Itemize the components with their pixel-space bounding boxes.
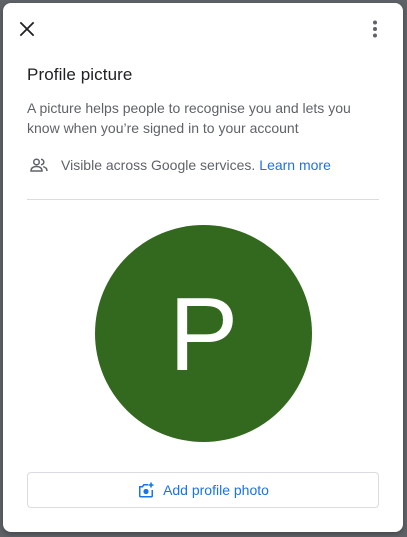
add-profile-photo-button[interactable]: Add profile photo <box>27 472 379 508</box>
visibility-text: Visible across Google services. <box>61 157 256 173</box>
close-button[interactable] <box>9 13 45 49</box>
avatar[interactable]: P <box>95 225 312 442</box>
learn-more-link[interactable]: Learn more <box>259 157 331 173</box>
profile-picture-dialog: Profile picture A picture helps people t… <box>3 3 403 532</box>
add-a-photo-icon <box>137 481 155 499</box>
divider <box>27 199 379 200</box>
close-icon <box>19 21 35 42</box>
more-vert-icon <box>372 20 378 43</box>
avatar-letter: P <box>168 276 239 393</box>
add-profile-photo-label: Add profile photo <box>163 482 269 498</box>
dialog-description: A picture helps people to recognise you … <box>27 100 351 136</box>
visibility-info: Visible across Google services. Learn mo… <box>29 155 331 175</box>
more-options-button[interactable] <box>357 13 393 49</box>
dialog-title: Profile picture <box>27 65 133 84</box>
people-icon <box>29 155 49 175</box>
